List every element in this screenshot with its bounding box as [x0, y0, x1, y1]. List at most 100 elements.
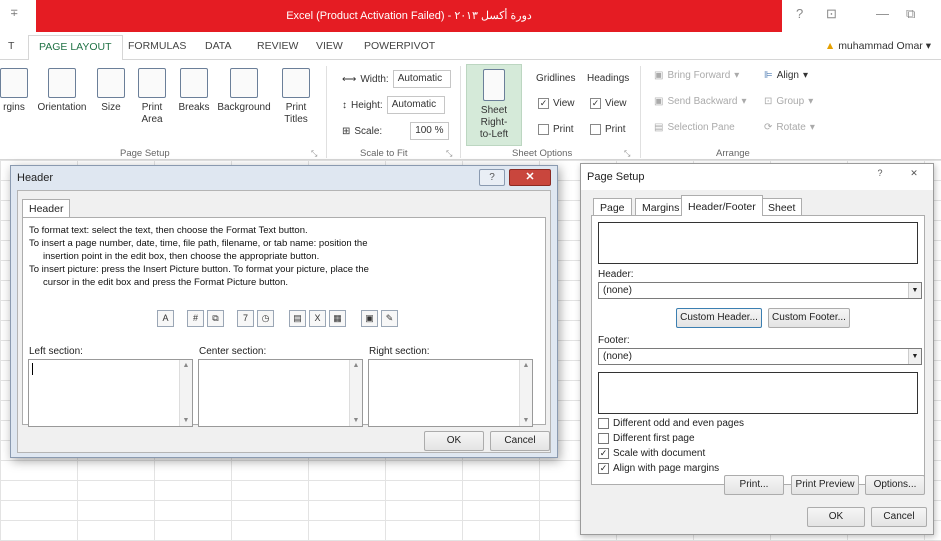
- print-area-button[interactable]: Print Area: [134, 68, 170, 126]
- margins-button[interactable]: rgins: [0, 68, 32, 114]
- tab-page-layout[interactable]: PAGE LAYOUT: [28, 35, 123, 61]
- header-tab-panel: To format text: select the text, then ch…: [22, 217, 546, 427]
- center-section-input[interactable]: ▲ ▼: [198, 359, 363, 427]
- headings-view-checkbox[interactable]: ✓ View: [590, 98, 627, 109]
- center-section-scrollbar[interactable]: ▲ ▼: [349, 360, 362, 426]
- background-button[interactable]: Background: [214, 68, 274, 114]
- ribbon-display-icon[interactable]: ⊡: [826, 6, 837, 22]
- group-button[interactable]: ⊡ Group ▾: [764, 96, 813, 107]
- format-picture-icon[interactable]: ✎: [381, 310, 398, 327]
- page-break-icon: [180, 68, 208, 98]
- print-titles-button[interactable]: Print Titles: [278, 68, 314, 126]
- user-account[interactable]: ▲ muhammad Omar ▾: [825, 40, 931, 52]
- page-size-icon: [97, 68, 125, 98]
- insert-page-count-icon[interactable]: ⧉: [207, 310, 224, 327]
- group-separator: [460, 66, 461, 158]
- different-first-page-checkbox[interactable]: Different first page: [598, 433, 695, 444]
- width-control: ⟷ Width: Automatic: [342, 70, 451, 88]
- tab-view[interactable]: VIEW: [316, 40, 343, 52]
- gridlines-view-checkbox[interactable]: ✓ View: [538, 98, 575, 109]
- minimize-icon[interactable]: —: [876, 6, 889, 21]
- width-dropdown[interactable]: Automatic: [392, 70, 451, 88]
- custom-footer-button[interactable]: Custom Footer...: [768, 308, 850, 328]
- close-button[interactable]: ✕: [901, 168, 927, 183]
- left-section-input[interactable]: ▲ ▼: [28, 359, 193, 427]
- cancel-button[interactable]: Cancel: [490, 431, 550, 451]
- align-with-margins-checkbox[interactable]: ✓ Align with page margins: [598, 463, 719, 474]
- gridlines-print-checkbox[interactable]: Print: [538, 124, 574, 135]
- tab-powerpivot[interactable]: POWERPIVOT: [364, 40, 435, 52]
- quick-access-customize-icon[interactable]: ∓: [10, 8, 18, 19]
- print-titles-icon: [282, 68, 310, 98]
- bring-forward-icon: ▣: [654, 70, 664, 81]
- user-name: muhammad Omar: [838, 40, 923, 52]
- tab-formulas[interactable]: FORMULAS: [128, 40, 186, 52]
- picture-icon: [230, 68, 258, 98]
- close-button[interactable]: ✕: [509, 169, 551, 186]
- ok-button[interactable]: OK: [807, 507, 865, 527]
- group-separator: [640, 66, 641, 158]
- footer-dropdown[interactable]: (none) ▼: [598, 348, 922, 365]
- insert-page-number-icon[interactable]: #: [187, 310, 204, 327]
- group-label-scale-to-fit: Scale to Fit: [360, 148, 408, 159]
- ok-button[interactable]: OK: [424, 431, 484, 451]
- help-button[interactable]: ?: [479, 169, 505, 186]
- orientation-button[interactable]: Orientation: [36, 68, 88, 114]
- tab-review[interactable]: REVIEW: [257, 40, 298, 52]
- tab-header-footer[interactable]: Header/Footer: [681, 195, 763, 216]
- height-control: ↕ Height: Automatic: [342, 96, 445, 114]
- page-setup-title: Page Setup: [587, 171, 645, 183]
- restore-icon[interactable]: ⧉: [906, 6, 915, 22]
- help-icon[interactable]: ?: [796, 6, 803, 21]
- different-odd-even-checkbox[interactable]: Different odd and even pages: [598, 418, 744, 429]
- right-section-input[interactable]: ▲ ▼: [368, 359, 533, 427]
- send-backward-button[interactable]: ▣ Send Backward ▾: [654, 96, 747, 107]
- header-dropdown[interactable]: (none) ▼: [598, 282, 922, 299]
- options-button[interactable]: Options...: [865, 475, 925, 495]
- chevron-down-icon: ▼: [908, 349, 921, 364]
- format-text-icon[interactable]: A: [157, 310, 174, 327]
- help-button[interactable]: ?: [867, 168, 893, 183]
- breaks-button[interactable]: Breaks: [176, 68, 212, 114]
- left-section-label: Left section:: [29, 346, 83, 357]
- left-section-scrollbar[interactable]: ▲ ▼: [179, 360, 192, 426]
- insert-file-name-icon[interactable]: X: [309, 310, 326, 327]
- scale-dialog-launcher-icon[interactable]: ⤡: [446, 149, 452, 159]
- right-section-scrollbar[interactable]: ▲ ▼: [519, 360, 532, 426]
- insert-file-path-icon[interactable]: ▤: [289, 310, 306, 327]
- warning-icon: ▲: [824, 40, 836, 52]
- tab-header[interactable]: Header: [22, 199, 71, 218]
- scale-input[interactable]: 100 %: [410, 122, 449, 140]
- center-section-label: Center section:: [199, 346, 267, 357]
- headings-print-checkbox[interactable]: Print: [590, 124, 626, 135]
- insert-time-icon[interactable]: ◷: [257, 310, 274, 327]
- instruction-line-3: insertion point in the edit box, then ch…: [43, 251, 320, 262]
- height-dropdown[interactable]: Automatic: [386, 96, 445, 114]
- insert-date-icon[interactable]: 7: [237, 310, 254, 327]
- tab-insert[interactable]: T: [8, 40, 14, 52]
- bring-forward-button[interactable]: ▣ Bring Forward ▾: [654, 70, 739, 81]
- align-button[interactable]: ⊫ Align ▾: [764, 70, 808, 81]
- tab-data[interactable]: DATA: [205, 40, 231, 52]
- scale-with-document-checkbox[interactable]: ✓ Scale with document: [598, 448, 705, 459]
- print-preview-button[interactable]: Print Preview: [791, 475, 859, 495]
- rotate-button[interactable]: ⟳ Rotate ▾: [764, 122, 815, 133]
- size-button[interactable]: Size: [96, 68, 126, 114]
- header-dialog-title: Header: [17, 172, 54, 184]
- group-icon: ⊡: [764, 96, 773, 107]
- scale-control: ⊞ Scale: 100 %: [342, 122, 449, 140]
- print-button[interactable]: Print...: [724, 475, 784, 495]
- text-cursor: [32, 363, 33, 375]
- margins-icon: [0, 68, 28, 98]
- insert-picture-icon[interactable]: ▣: [361, 310, 378, 327]
- insert-sheet-name-icon[interactable]: ▦: [329, 310, 346, 327]
- selection-pane-button[interactable]: ▤ Selection Pane: [654, 122, 735, 133]
- instruction-line-2: To insert a page number, date, time, fil…: [29, 238, 368, 249]
- cancel-button[interactable]: Cancel: [871, 507, 927, 527]
- group-label-arrange: Arrange: [716, 148, 750, 159]
- custom-header-button[interactable]: Custom Header...: [676, 308, 762, 328]
- sheet-options-dialog-launcher-icon[interactable]: ⤡: [624, 149, 630, 159]
- sheet-right-to-left-button[interactable]: Sheet Right- to-Left: [466, 64, 522, 146]
- page-setup-dialog-launcher-icon[interactable]: ⤡: [311, 149, 317, 159]
- sheet-rtl-icon: [483, 69, 505, 101]
